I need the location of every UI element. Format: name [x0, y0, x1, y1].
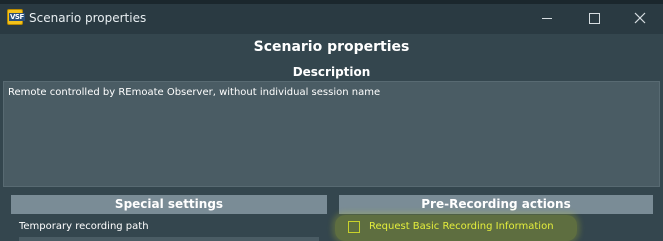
window-title: Scenario properties [29, 11, 147, 25]
maximize-button[interactable] [571, 4, 617, 32]
request-basic-recording-info-label[interactable]: Request Basic Recording Information [369, 220, 554, 234]
app-icon-text: VSF [9, 13, 25, 21]
request-basic-recording-info-checkbox[interactable] [348, 221, 360, 233]
temporary-recording-path-label: Temporary recording path [19, 221, 149, 232]
temporary-recording-path-field[interactable] [19, 237, 319, 241]
title-bar[interactable]: VSF Scenario properties [0, 0, 663, 34]
app-icon: VSF [7, 9, 25, 25]
close-icon [634, 12, 646, 24]
close-button[interactable] [617, 4, 663, 32]
page-title: Scenario properties [253, 39, 410, 55]
description-heading: Description [292, 65, 371, 79]
description-text: Remote controlled by REmoate Observer, w… [8, 87, 381, 98]
scenario-properties-window: VSF Scenario properties Scenario propert… [0, 0, 663, 241]
special-settings-header: Special settings [11, 195, 327, 214]
request-basic-recording-info-option[interactable]: Request Basic Recording Information [346, 219, 566, 235]
minimize-button[interactable] [524, 4, 570, 32]
description-textarea[interactable]: Remote controlled by REmoate Observer, w… [3, 81, 660, 187]
maximize-icon [589, 13, 600, 24]
dialog-content: Scenario properties Description Remote c… [0, 34, 663, 241]
pre-recording-actions-header: Pre-Recording actions [339, 195, 653, 214]
minimize-icon [542, 18, 552, 19]
